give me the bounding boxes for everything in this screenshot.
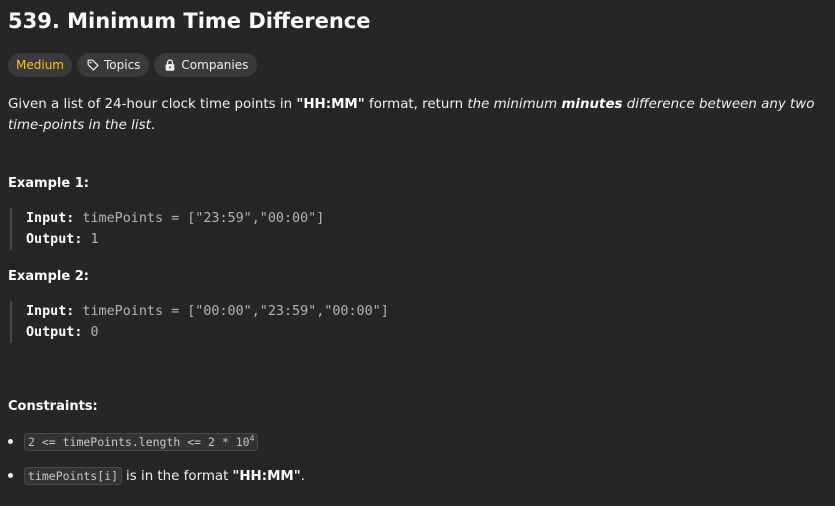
constraint-text: is in the format: [126, 468, 229, 484]
input-label: Input:: [26, 211, 75, 226]
example-2-heading: Example 2:: [8, 269, 89, 284]
output-value: 1: [82, 232, 99, 247]
constraint-code: 2 <= timePoints.length <= 2 * 104: [24, 433, 259, 451]
statement-end: .: [150, 118, 156, 133]
problem-title: 539. Minimum Time Difference: [8, 9, 371, 33]
output-label: Output:: [26, 232, 83, 247]
output-value: 0: [82, 325, 99, 340]
output-label: Output:: [26, 325, 83, 340]
companies-button[interactable]: Companies: [154, 53, 258, 77]
example-1-heading: Example 1:: [8, 176, 89, 191]
constraints-heading: Constraints:: [8, 399, 98, 414]
topics-button[interactable]: Topics: [76, 53, 150, 77]
constraints-list: 2 <= timePoints.length <= 2 * 104 timePo…: [8, 430, 305, 498]
constraint-format: "HH:MM": [232, 468, 301, 484]
difficulty-badge: Medium: [8, 53, 72, 77]
statement-text: Given a list of 24-hour clock time point…: [8, 97, 297, 112]
input-value: timePoints = ["00:00","23:59","00:00"]: [74, 304, 389, 319]
statement-italic: the minimum: [467, 97, 562, 112]
list-item: timePoints[i] is in the format "HH:MM".: [8, 464, 305, 488]
tag-row: Medium Topics Companies: [8, 53, 258, 77]
example-2-block: Input: timePoints = ["00:00","23:59","00…: [10, 301, 389, 343]
example-1-block: Input: timePoints = ["23:59","00:00"] Ou…: [10, 208, 324, 250]
list-item: 2 <= timePoints.length <= 2 * 104: [8, 430, 305, 454]
tag-icon: [87, 59, 99, 71]
companies-label: Companies: [181, 58, 249, 72]
statement-text: format, return: [364, 97, 468, 112]
constraint-exponent: 4: [249, 434, 255, 444]
statement-bold-italic: minutes: [561, 97, 623, 112]
constraint-code-text: 2 <= timePoints.length <= 2 * 10: [28, 435, 250, 449]
input-value: timePoints = ["23:59","00:00"]: [74, 211, 325, 226]
topics-label: Topics: [103, 58, 141, 72]
lock-icon: [166, 59, 175, 71]
constraint-code: timePoints[i]: [24, 467, 123, 485]
problem-statement: Given a list of 24-hour clock time point…: [8, 94, 830, 136]
input-label: Input:: [26, 304, 75, 319]
statement-format: "HH:MM": [296, 97, 365, 112]
constraint-end: .: [300, 468, 305, 484]
